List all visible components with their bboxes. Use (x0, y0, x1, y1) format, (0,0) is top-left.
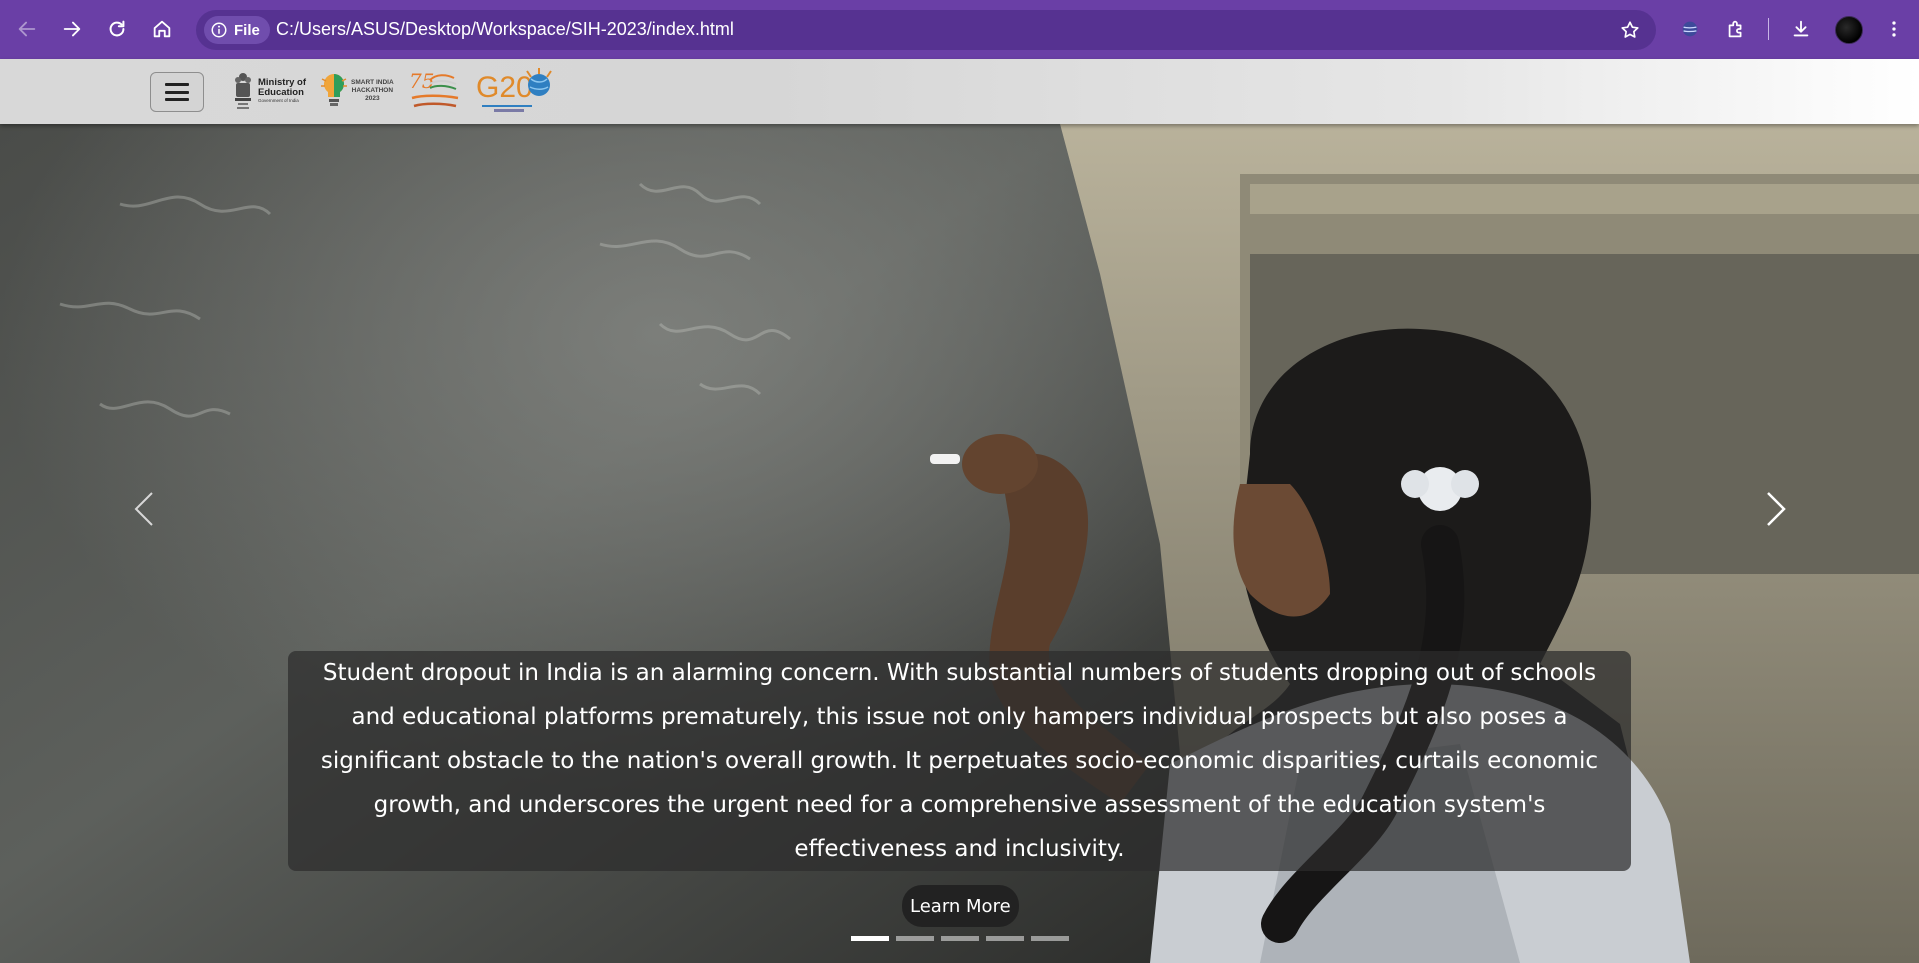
learn-more-button[interactable]: Learn More (902, 885, 1019, 927)
moe-line2: Education (258, 87, 304, 98)
site-info-chip[interactable]: File (204, 16, 270, 44)
hamburger-icon (165, 83, 189, 101)
downloads-icon (1793, 20, 1809, 37)
hero-caption: Student dropout in India is an alarming … (288, 651, 1631, 871)
forward-icon (63, 21, 81, 37)
partner-logos: Ministry of Education Government of Indi… (232, 67, 552, 115)
back-button[interactable] (10, 12, 44, 46)
bookmark-button[interactable] (1616, 16, 1644, 44)
lightbulb-icon (321, 74, 348, 106)
profile-avatar[interactable] (1835, 16, 1863, 44)
reload-button[interactable] (100, 12, 134, 46)
sih-line3: 2023 (365, 95, 380, 102)
carousel-indicator-5[interactable] (1031, 936, 1069, 941)
back-icon (18, 21, 36, 37)
carousel-indicator-1[interactable] (851, 936, 889, 941)
smart-india-hackathon-logo: SMART INDIA HACKATHON 2023 (320, 71, 394, 111)
menu-toggle-button[interactable] (150, 72, 204, 112)
chevron-right-icon (1767, 492, 1786, 526)
url-text[interactable]: C:/Users/ASUS/Desktop/Workspace/SIH-2023… (276, 19, 734, 40)
home-button[interactable] (145, 12, 179, 46)
hero-caption-text: Student dropout in India is an alarming … (320, 660, 1599, 862)
kebab-menu-icon (1892, 21, 1896, 37)
carousel-indicators (851, 936, 1069, 941)
g20-label: G20 (476, 71, 533, 104)
forward-button[interactable] (55, 12, 89, 46)
ministry-of-education-logo: Ministry of Education Government of Indi… (232, 71, 306, 111)
moe-line3: Government of India (258, 98, 299, 103)
extension-puzzle-icon (1728, 20, 1742, 38)
carousel-indicator-4[interactable] (986, 936, 1024, 941)
hero-carousel: Student dropout in India is an alarming … (0, 124, 1919, 963)
home-icon (153, 20, 171, 38)
site-navbar: Ministry of Education Government of Indi… (0, 59, 1919, 124)
carousel-indicator-3[interactable] (941, 936, 979, 941)
chevron-left-icon (134, 492, 153, 526)
site-chip-label: File (234, 21, 260, 39)
g20-logo: G20 (476, 68, 552, 112)
extension-button[interactable] (1673, 12, 1707, 46)
toolbar-divider (1768, 18, 1769, 40)
extensions-button[interactable] (1719, 12, 1753, 46)
downloads-button[interactable] (1784, 12, 1818, 46)
carousel-next-button[interactable] (1756, 479, 1796, 539)
azadi-ka-amrit-mahotsav-logo: 75 (409, 69, 458, 108)
star-icon (1621, 21, 1639, 38)
browser-toolbar: File C:/Users/ASUS/Desktop/Workspace/SIH… (0, 0, 1919, 59)
national-emblem-icon (235, 73, 251, 109)
info-icon (211, 22, 227, 38)
extension-globe-icon (1682, 21, 1698, 37)
browser-menu-button[interactable] (1877, 12, 1911, 46)
sih-line1: SMART INDIA (351, 79, 394, 86)
carousel-prev-button[interactable] (124, 479, 164, 539)
reload-icon (109, 20, 125, 37)
carousel-indicator-2[interactable] (896, 936, 934, 941)
sih-line2: HACKATHON (351, 87, 394, 94)
address-bar[interactable]: File C:/Users/ASUS/Desktop/Workspace/SIH… (196, 10, 1656, 50)
svg-text:75: 75 (409, 69, 434, 93)
